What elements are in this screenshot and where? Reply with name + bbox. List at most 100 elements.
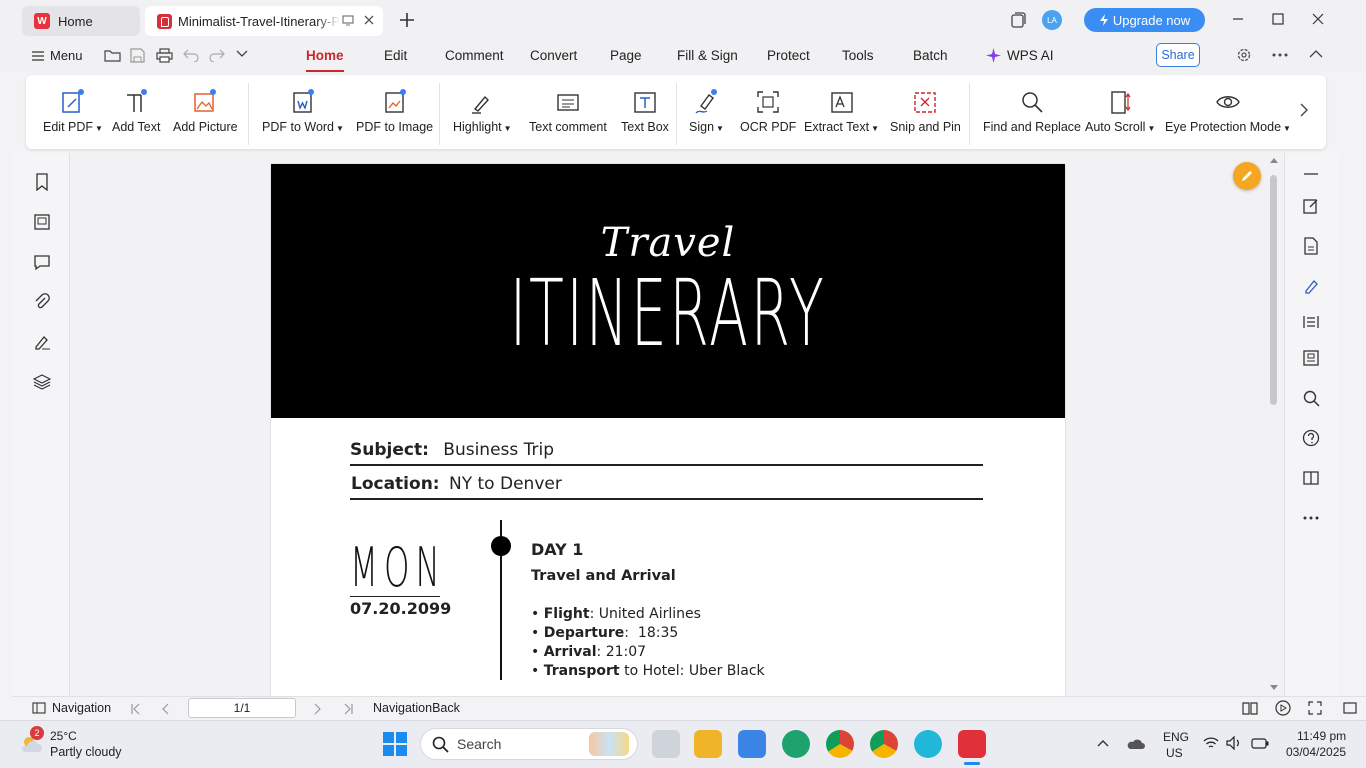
ribbon-scroll-right-icon[interactable] bbox=[1299, 102, 1309, 118]
window-switch-icon[interactable] bbox=[1009, 11, 1027, 29]
taskbar-search[interactable]: Search bbox=[420, 728, 638, 760]
snip-and-pin-button[interactable]: Snip and Pin bbox=[890, 85, 961, 134]
next-page-icon[interactable] bbox=[311, 703, 323, 715]
highlight-button[interactable]: Highlight ▼ bbox=[453, 85, 512, 134]
bookmark-icon[interactable] bbox=[33, 173, 51, 191]
task-view-icon[interactable] bbox=[652, 730, 680, 758]
tab-convert[interactable]: Convert bbox=[530, 48, 577, 63]
page-number-input[interactable]: 1/1 bbox=[188, 698, 296, 718]
new-tab-icon[interactable] bbox=[398, 11, 416, 29]
maximize-window-icon[interactable] bbox=[1271, 12, 1285, 26]
extract-text-label: Extract Text bbox=[804, 120, 870, 134]
tab-page[interactable]: Page bbox=[610, 48, 642, 63]
tab-document[interactable]: Minimalist-Travel-Itinerary-Planner.pdf bbox=[145, 6, 383, 36]
layers-icon[interactable] bbox=[33, 373, 51, 391]
tray-overflow-icon[interactable] bbox=[1097, 738, 1109, 748]
tab-home[interactable]: W Home bbox=[22, 6, 140, 36]
tab-comment[interactable]: Comment bbox=[445, 48, 504, 63]
file-explorer-icon[interactable] bbox=[694, 730, 722, 758]
previous-page-icon[interactable] bbox=[160, 703, 172, 715]
chrome-profile-icon[interactable] bbox=[870, 730, 898, 758]
start-button[interactable] bbox=[383, 732, 407, 756]
document-viewport[interactable]: Travel ITINERARY Subject: Business Trip … bbox=[70, 153, 1282, 696]
onedrive-cloud-icon[interactable] bbox=[1126, 737, 1146, 751]
save-icon[interactable] bbox=[130, 48, 145, 63]
scrollbar-thumb[interactable] bbox=[1270, 175, 1277, 405]
monitor-icon[interactable] bbox=[342, 14, 354, 26]
upgrade-button[interactable]: Upgrade now bbox=[1084, 8, 1205, 32]
auto-scroll-button[interactable]: Auto Scroll ▼ bbox=[1085, 85, 1155, 134]
tab-edit[interactable]: Edit bbox=[384, 48, 407, 63]
settings-icon[interactable] bbox=[1236, 47, 1252, 63]
sign-button[interactable]: Sign ▼ bbox=[689, 85, 724, 134]
close-tab-icon[interactable] bbox=[363, 14, 375, 26]
volume-icon[interactable] bbox=[1226, 736, 1242, 750]
play-icon[interactable] bbox=[1275, 700, 1291, 716]
stamp-icon[interactable] bbox=[1302, 349, 1320, 367]
pdf-to-word-button[interactable]: PDF to Word ▼ bbox=[262, 85, 344, 134]
fullscreen-icon[interactable] bbox=[1308, 701, 1322, 715]
reader-icon[interactable] bbox=[1302, 469, 1320, 487]
tab-batch[interactable]: Batch bbox=[913, 48, 948, 63]
language-indicator[interactable]: ENG bbox=[1163, 730, 1189, 744]
thumbnail-icon[interactable] bbox=[33, 213, 51, 231]
book-view-icon[interactable] bbox=[1242, 701, 1258, 715]
edit-square-icon[interactable] bbox=[1302, 197, 1320, 215]
attachment-icon[interactable] bbox=[33, 293, 51, 311]
signature-icon[interactable] bbox=[33, 333, 51, 351]
navigation-toggle[interactable]: Navigation bbox=[32, 701, 111, 715]
quick-edit-button[interactable] bbox=[1233, 162, 1261, 190]
ocr-pdf-button[interactable]: OCR PDF bbox=[740, 85, 796, 134]
microsoft-store-icon[interactable] bbox=[738, 730, 766, 758]
text-comment-button[interactable]: Text comment bbox=[529, 85, 607, 134]
wps-office-icon[interactable] bbox=[958, 730, 986, 758]
menu-button[interactable]: Menu bbox=[32, 48, 83, 63]
add-text-button[interactable]: Add Text bbox=[112, 85, 160, 134]
pdf-to-image-button[interactable]: PDF to Image bbox=[356, 85, 433, 134]
open-folder-icon[interactable] bbox=[104, 48, 121, 63]
comment-icon[interactable] bbox=[33, 253, 51, 271]
search-panel-icon[interactable] bbox=[1302, 389, 1320, 407]
clock-time[interactable]: 11:49 pm bbox=[1297, 729, 1346, 743]
weather-widget-icon[interactable]: 2 bbox=[18, 726, 46, 758]
text-box-button[interactable]: Text Box bbox=[621, 85, 669, 134]
first-page-icon[interactable] bbox=[130, 703, 142, 715]
avatar[interactable]: LA bbox=[1042, 10, 1062, 30]
lightning-icon bbox=[1099, 14, 1108, 26]
undo-icon[interactable] bbox=[183, 48, 199, 62]
redo-icon[interactable] bbox=[209, 48, 225, 62]
tab-tools[interactable]: Tools bbox=[842, 48, 874, 63]
close-window-icon[interactable] bbox=[1311, 12, 1325, 26]
battery-icon[interactable] bbox=[1251, 738, 1269, 749]
more-tools-icon[interactable] bbox=[1302, 509, 1320, 527]
edit-pdf-button[interactable]: Edit PDF ▼ bbox=[43, 85, 103, 134]
tab-home-menu[interactable]: Home bbox=[306, 48, 344, 72]
navigation-back-button[interactable]: NavigationBack bbox=[373, 701, 460, 715]
minimize-panel-icon[interactable] bbox=[1302, 165, 1320, 183]
print-icon[interactable] bbox=[156, 48, 173, 63]
pen-tool-icon[interactable] bbox=[1302, 277, 1320, 295]
edge-browser-icon[interactable] bbox=[782, 730, 810, 758]
eye-protection-button[interactable]: Eye Protection Mode ▼ bbox=[1165, 85, 1291, 134]
collapse-ribbon-icon[interactable] bbox=[1309, 49, 1323, 59]
last-page-icon[interactable] bbox=[342, 703, 354, 715]
chevron-down-icon[interactable] bbox=[236, 50, 248, 58]
single-page-icon[interactable] bbox=[1343, 701, 1357, 715]
tab-protect[interactable]: Protect bbox=[767, 48, 810, 63]
more-options-icon[interactable] bbox=[1272, 49, 1288, 61]
document-convert-icon[interactable] bbox=[1302, 237, 1320, 255]
scroll-up-icon[interactable] bbox=[1270, 157, 1278, 163]
wifi-icon[interactable] bbox=[1203, 736, 1219, 750]
help-icon[interactable] bbox=[1302, 429, 1320, 447]
chrome-icon[interactable] bbox=[826, 730, 854, 758]
canva-icon[interactable] bbox=[914, 730, 942, 758]
scroll-down-icon[interactable] bbox=[1270, 685, 1278, 691]
add-picture-button[interactable]: Add Picture bbox=[173, 85, 238, 134]
minimize-window-icon[interactable] bbox=[1231, 12, 1245, 26]
tab-fill-sign[interactable]: Fill & Sign bbox=[677, 48, 738, 63]
find-replace-button[interactable]: Find and Replace bbox=[983, 85, 1081, 134]
wps-ai-button[interactable]: WPS AI bbox=[986, 48, 1054, 63]
share-button[interactable]: Share bbox=[1156, 43, 1200, 67]
extract-text-button[interactable]: Extract Text ▼ bbox=[804, 85, 879, 134]
columns-icon[interactable] bbox=[1302, 313, 1320, 331]
